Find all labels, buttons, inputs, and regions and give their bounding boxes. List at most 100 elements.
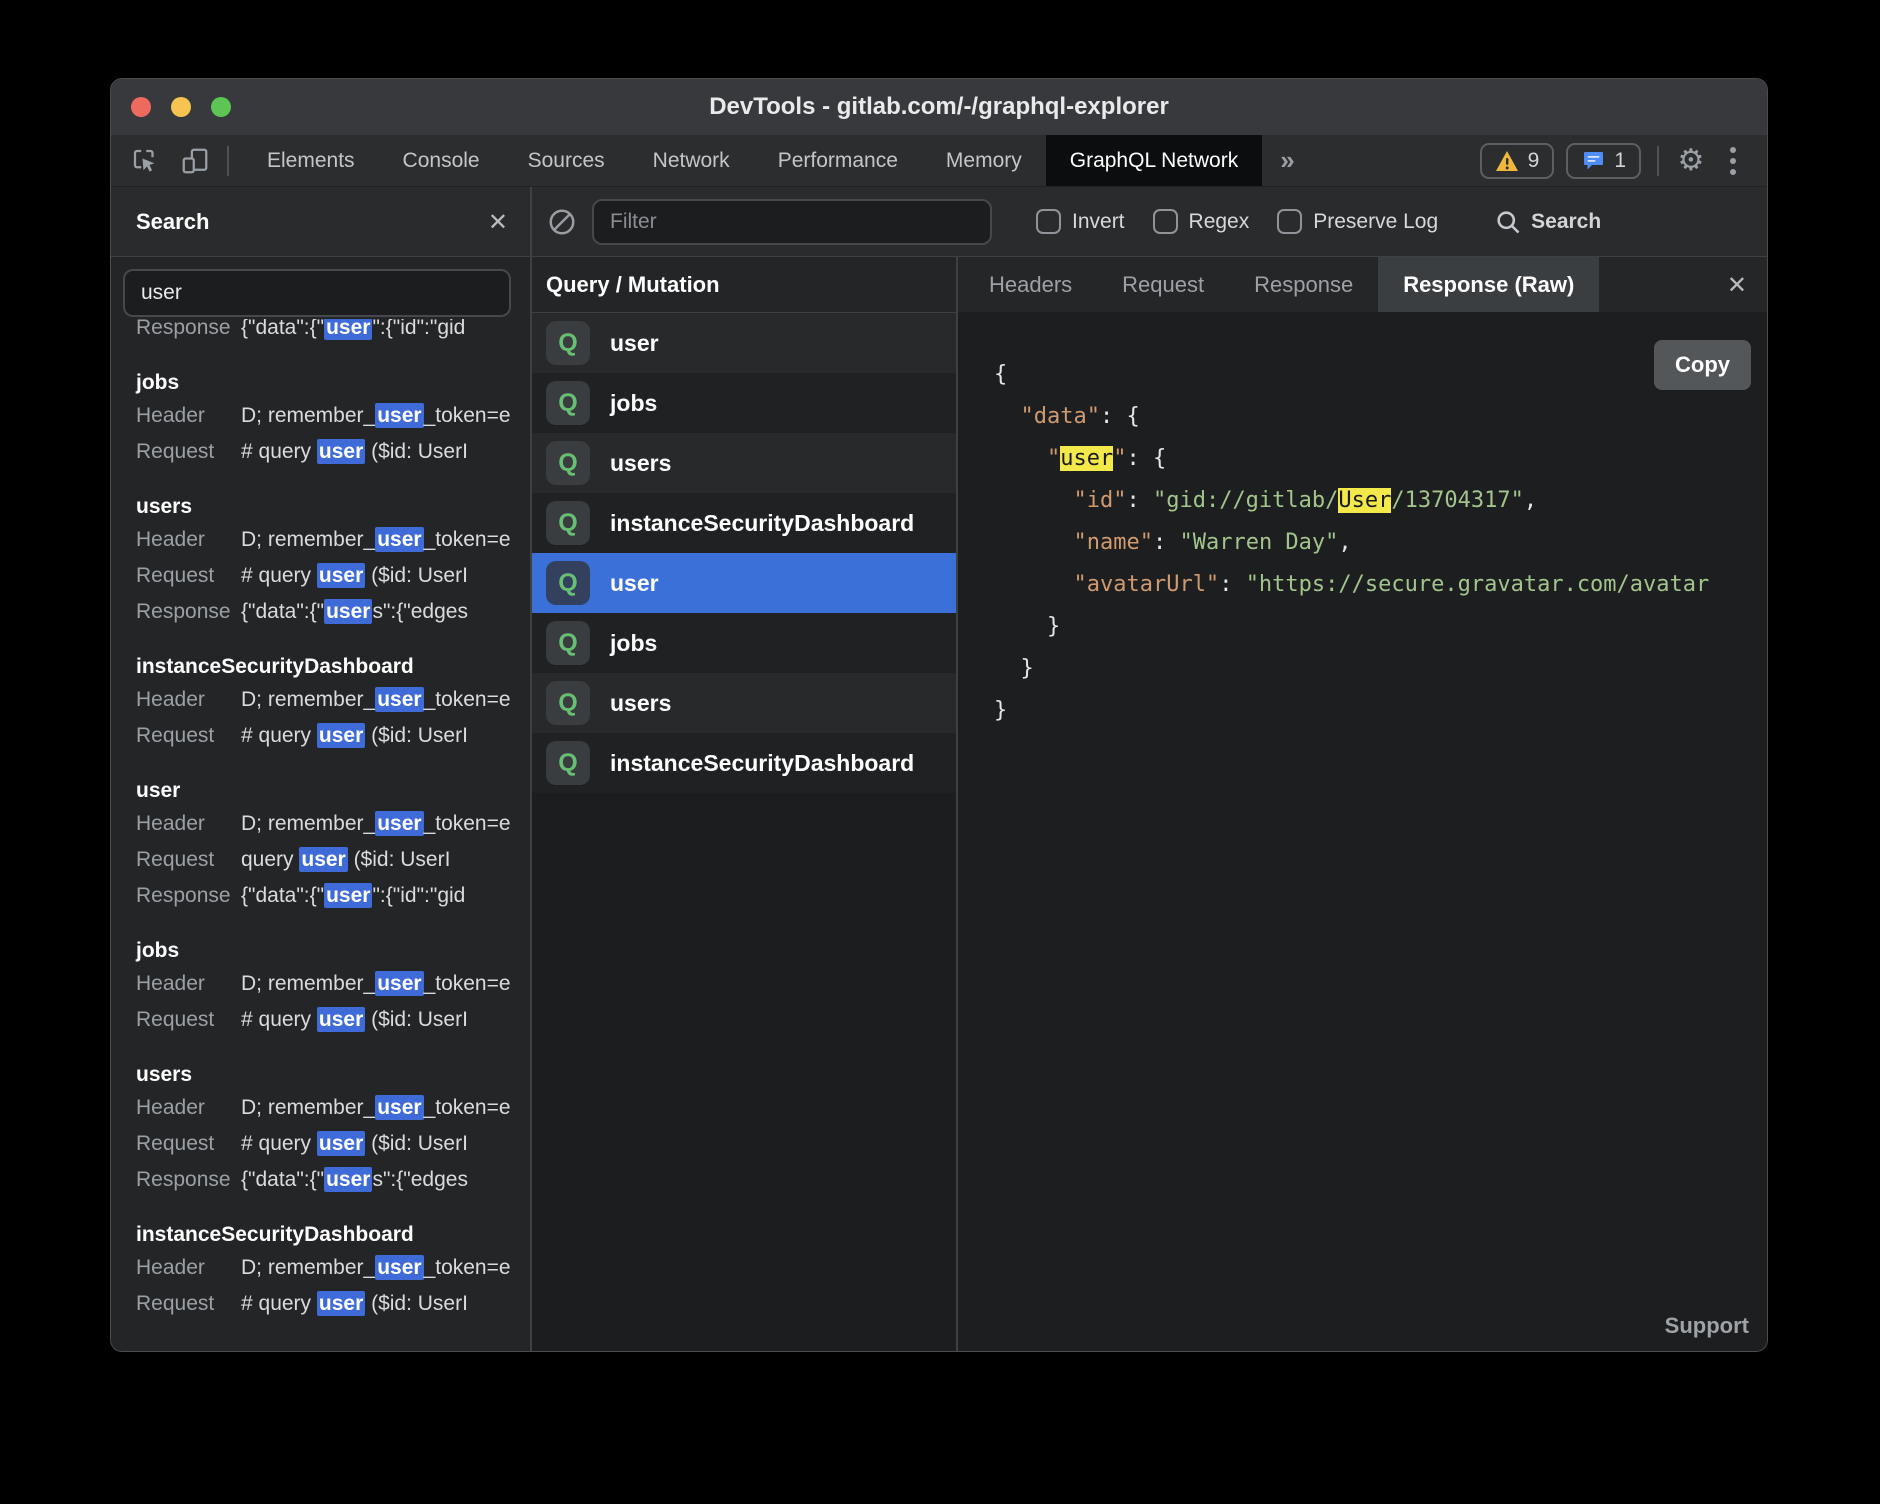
tab-console[interactable]: Console [379,135,504,186]
tab-network[interactable]: Network [629,135,754,186]
devtools-window: DevTools - gitlab.com/-/graphql-explorer… [110,78,1768,1352]
query-list-item[interactable]: Quser [532,313,956,373]
regex-checkbox-group: Regex [1153,209,1250,234]
search-result-snippet: query user ($id: UserI [241,847,450,872]
search-result-line[interactable]: HeaderD; remember_user_token=e [136,1090,524,1126]
device-toolbar-icon[interactable] [179,145,211,177]
clear-log-icon[interactable] [546,206,578,238]
search-match-highlight: user [324,883,372,908]
search-match-highlight: user [317,1291,365,1316]
search-result-entry[interactable]: jobsHeaderD; remember_user_token=eReques… [136,936,524,1038]
query-name: jobs [610,630,657,657]
search-result-entry[interactable]: instanceSecurityDashboardHeaderD; rememb… [136,652,524,754]
devtools-tab-bar: Elements Console Sources Network Perform… [111,135,1767,187]
search-result-line[interactable]: Request# query user ($id: UserI [136,718,524,754]
search-match-highlight: user [317,1007,365,1032]
query-name: instanceSecurityDashboard [610,750,914,777]
search-match-highlight: user [375,1255,423,1280]
main-content: Response{"data":{"user":{"id":"gidjobsHe… [111,257,1767,1351]
tab-memory[interactable]: Memory [922,135,1046,186]
query-name: jobs [610,390,657,417]
close-search-panel-icon[interactable]: ✕ [488,208,508,236]
tab-graphql-network[interactable]: GraphQL Network [1046,135,1262,186]
issues-badge[interactable]: 1 [1566,143,1641,179]
invert-label[interactable]: Invert [1072,210,1125,234]
search-result-entry[interactable]: Response{"data":{"user":{"id":"gid [136,319,524,346]
search-result-line[interactable]: Response{"data":{"user":{"id":"gid [136,319,524,346]
search-toggle[interactable]: Search [1494,208,1601,236]
search-result-line[interactable]: HeaderD; remember_user_token=e [136,398,524,434]
filter-input[interactable] [592,199,992,245]
query-list-item[interactable]: Qusers [532,433,956,493]
tab-performance[interactable]: Performance [754,135,922,186]
tab-response-raw[interactable]: Response (Raw) [1378,257,1599,312]
search-result-field-label: Header [136,1090,241,1126]
search-result-line[interactable]: Request# query user ($id: UserI [136,434,524,470]
search-result-field-label: Response [136,319,241,346]
search-result-field-label: Request [136,434,241,470]
tab-sources[interactable]: Sources [504,135,629,186]
query-list-item[interactable]: QinstanceSecurityDashboard [532,493,956,553]
title-bar: DevTools - gitlab.com/-/graphql-explorer [111,79,1767,135]
search-result-line[interactable]: HeaderD; remember_user_token=e [136,682,524,718]
search-result-entry[interactable]: jobsHeaderD; remember_user_token=eReques… [136,368,524,470]
query-type-badge: Q [546,501,590,545]
invert-checkbox[interactable] [1036,209,1061,234]
search-result-snippet: D; remember_user_token=e [241,1255,511,1280]
badge-separator [1657,146,1659,176]
invert-checkbox-group: Invert [1036,209,1125,234]
copy-button[interactable]: Copy [1654,340,1751,390]
support-link[interactable]: Support [1665,1313,1749,1339]
inspect-element-icon[interactable] [129,145,161,177]
search-result-snippet: # query user ($id: UserI [241,563,468,588]
regex-label[interactable]: Regex [1189,210,1250,234]
query-type-badge: Q [546,441,590,485]
warnings-badge[interactable]: 9 [1480,143,1555,179]
search-result-entry[interactable]: instanceSecurityDashboardHeaderD; rememb… [136,1220,524,1322]
json-line: "user": { [994,438,1767,480]
search-result-snippet: # query user ($id: UserI [241,723,468,748]
search-result-entry[interactable]: user HeaderD; remember_user_token=eReques… [136,776,524,914]
search-result-line[interactable]: Response{"data":{"users":{"edges [136,594,524,630]
search-result-entry[interactable]: usersHeaderD; remember_user_token=eReque… [136,492,524,630]
search-result-line[interactable]: Response{"data":{"users":{"edges [136,1162,524,1198]
settings-gear-icon[interactable]: ⚙ [1675,145,1707,177]
more-tabs-icon[interactable]: » [1262,135,1312,186]
query-list-item[interactable]: Qusers [532,673,956,733]
search-toggle-label: Search [1531,210,1601,234]
search-results-list: Response{"data":{"user":{"id":"gid jobsHe… [111,319,530,1351]
search-match-highlight: user [317,1131,365,1156]
tab-request[interactable]: Request [1097,257,1229,312]
search-result-line[interactable]: HeaderD; remember_user_token=e [136,1250,524,1286]
search-result-line[interactable]: Request# query user ($id: UserI [136,1126,524,1162]
json-line: { [994,354,1767,396]
search-result-line[interactable]: HeaderD; remember_user_token=e [136,806,524,842]
response-tab-strip: Headers Request Response Response (Raw) … [958,257,1767,312]
query-list-item[interactable]: QinstanceSecurityDashboard [532,733,956,793]
json-line: } [994,690,1767,732]
query-panel-title: Query / Mutation [546,272,720,298]
close-response-panel-icon[interactable]: ✕ [1727,271,1747,299]
tab-headers[interactable]: Headers [964,257,1097,312]
tab-elements[interactable]: Elements [243,135,379,186]
query-type-badge: Q [546,681,590,725]
tab-response[interactable]: Response [1229,257,1378,312]
search-match-highlight: user [375,527,423,552]
regex-checkbox[interactable] [1153,209,1178,234]
preserve-log-label[interactable]: Preserve Log [1313,210,1438,234]
query-list-item[interactable]: Qjobs [532,613,956,673]
query-list-item[interactable]: Qjobs [532,373,956,433]
search-result-entry[interactable]: usersHeaderD; remember_user_token=eReque… [136,1060,524,1198]
search-result-field-label: Header [136,1250,241,1286]
search-input[interactable] [123,269,511,317]
search-result-line[interactable]: HeaderD; remember_user_token=e [136,966,524,1002]
search-result-line[interactable]: Request# query user ($id: UserI [136,558,524,594]
search-result-line[interactable]: Request# query user ($id: UserI [136,1002,524,1038]
search-result-line[interactable]: HeaderD; remember_user_token=e [136,522,524,558]
kebab-menu-icon[interactable] [1719,145,1747,177]
search-result-line[interactable]: Request# query user ($id: UserI [136,1286,524,1322]
query-list-item-selected[interactable]: Quser [532,553,956,613]
search-result-line[interactable]: Requestquery user ($id: UserI [136,842,524,878]
preserve-log-checkbox[interactable] [1277,209,1302,234]
search-result-line[interactable]: Response{"data":{"user":{"id":"gid [136,878,524,914]
